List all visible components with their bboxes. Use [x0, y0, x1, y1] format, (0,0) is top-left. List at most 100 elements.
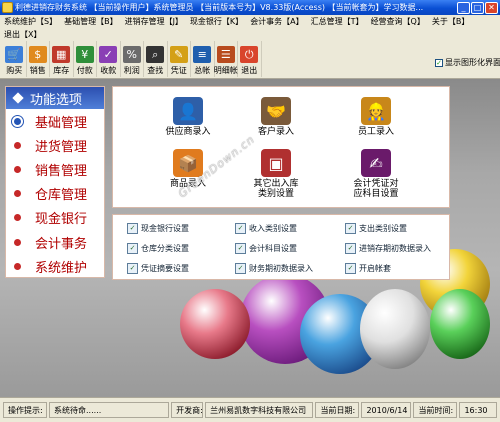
bullet-icon [14, 165, 21, 173]
sidebar-item-sales[interactable]: 销售管理 [6, 157, 104, 181]
settings-link[interactable]: ✓ 支出类别设置 [345, 223, 407, 234]
bullet-icon [14, 141, 21, 149]
sidebar-item-warehouse[interactable]: 仓库管理 [6, 182, 104, 206]
status-date-label: 当前日期: [315, 402, 360, 418]
settings-link-icon: ✓ [345, 223, 356, 234]
settings-link-label: 仓库分类设置 [141, 244, 189, 253]
decorative-sphere-icon [430, 289, 490, 359]
bullet-icon [14, 117, 21, 125]
function-sidebar: 功能选项 基础管理 进货管理 销售管理 仓库管理 现金银行 会计事务 系统维护 [5, 86, 105, 278]
bullet-icon [14, 238, 21, 246]
settings-link[interactable]: ✓ 会计科目设置 [235, 243, 297, 254]
sidebar-item-system[interactable]: 系统维护 [6, 254, 104, 278]
settings-link[interactable]: ✓ 开启帐套 [345, 263, 391, 274]
sidebar-item-accounting[interactable]: 会计事务 [6, 230, 104, 254]
panel-item-voucher-pen[interactable]: ✍ 会计凭证对 应科目设置 [331, 149, 421, 199]
decorative-sphere-icon [180, 289, 250, 359]
settings-panel: ✓ 现金银行设置 ✓ 收入类别设置 ✓ 支出类别设置 ✓ 仓库分类设置 ✓ 会计科目设置 ✓ 进销存期… [112, 214, 450, 280]
toolbar-button-cart[interactable]: 🛒 购买 [3, 41, 27, 77]
toolbar-button-exit[interactable]: ⏻ 退出 [238, 41, 262, 77]
settings-link-label: 开启帐套 [359, 264, 391, 273]
bullet-icon [14, 262, 21, 270]
panel-item-handshake[interactable]: 🤝 客户录入 [231, 97, 321, 137]
sidebar-item-basic[interactable]: 基础管理 [6, 109, 104, 133]
menu-cash-bank[interactable]: 现金银行【K】 [190, 16, 243, 27]
menu-exit[interactable]: 退出【X】 [4, 29, 41, 40]
settings-link[interactable]: ✓ 收入类别设置 [235, 223, 297, 234]
menu-inventory[interactable]: 进销存管理【J】 [125, 16, 183, 27]
show-graphic-label: 显示图形化界面 [445, 58, 500, 67]
panel-item-label: 其它出入库 类别设置 [253, 179, 299, 199]
menu-query[interactable]: 经营查询【Q】 [371, 16, 425, 27]
toolbar-button-voucher[interactable]: ✎ 凭证 [168, 41, 191, 77]
sidebar-item-label: 进货管理 [35, 139, 88, 155]
toolbar: 🛒 购买 $ 销售 ▦ 库存 ¥ 付款 ✓ 收款% 利润 ⌕ 查找 ✎ 凭证 ≡ 总帐 ☰ 明细帐 ⏻ 退出 [0, 41, 500, 79]
toolbar-button-sale[interactable]: $ 销售 [27, 41, 50, 77]
settings-link-icon: ✓ [127, 243, 138, 254]
ledger-icon: ≡ [193, 46, 212, 63]
toolbar-button-profit[interactable]: % 利润 [121, 41, 144, 77]
toolbar-button-ledger[interactable]: ≡ 总帐 [191, 41, 215, 77]
settings-link[interactable]: ✓ 进销存期初数据录入 [345, 243, 431, 254]
settings-link[interactable]: ✓ 凭证摘要设置 [127, 263, 189, 274]
settings-link[interactable]: ✓ 仓库分类设置 [127, 243, 189, 254]
profit-icon: % [122, 46, 141, 63]
toolbar-button-label: 退出 [241, 66, 258, 75]
settings-link[interactable]: ✓ 现金银行设置 [127, 223, 189, 234]
menu-summary[interactable]: 汇总管理【T】 [311, 16, 364, 27]
employee-icon: 👷 [361, 97, 391, 125]
status-op-value: 系统待命...... [49, 402, 170, 418]
settings-link-icon: ✓ [235, 243, 246, 254]
sidebar-item-label: 会计事务 [35, 236, 88, 252]
status-time-value: 16:30 [459, 402, 497, 418]
toolbar-button-label: 付款 [76, 66, 93, 75]
supplier-person-icon: 👤 [173, 97, 203, 125]
toolbar-button-detail-ledger[interactable]: ☰ 明细帐 [214, 41, 238, 77]
menu-accounting[interactable]: 会计事务【A】 [250, 16, 303, 27]
close-button[interactable]: ✕ [485, 1, 498, 14]
toolbar-button-warehouse[interactable]: ▦ 库存 [50, 41, 74, 77]
panel-item-employee[interactable]: 👷 员工录入 [331, 97, 421, 137]
menu-bar: 系统维护【S】 基础管理【B】 进销存管理【J】 现金银行【K】 会计事务【A】… [0, 15, 500, 41]
title-bar: 利德进销存财务系统 【当前操作用户】系统管理员 【当前版本号为】V8.33版(A… [0, 0, 500, 15]
sale-icon: $ [28, 46, 47, 63]
panel-item-label: 供应商录入 [165, 127, 211, 137]
sidebar-item-label: 基础管理 [35, 115, 88, 131]
sidebar-item-purchase[interactable]: 进货管理 [6, 133, 104, 157]
show-graphic-checkbox[interactable]: ✓ 显示图形化界面 [435, 57, 500, 68]
settings-link-label: 凭证摘要设置 [141, 264, 189, 273]
panel-item-stock-category[interactable]: ▣ 其它出入库 类别设置 [231, 149, 321, 199]
menu-basic[interactable]: 基础管理【B】 [64, 16, 118, 27]
sidebar-item-label: 系统维护 [35, 260, 88, 276]
toolbar-button-binoculars[interactable]: ⌕ 查找 [144, 41, 168, 77]
status-bar: 操作提示: 系统待命...... 开发商: 兰州易凯数字科技有限公司 当前日期:… [0, 397, 500, 422]
settings-link-icon: ✓ [235, 223, 246, 234]
toolbar-button-receive[interactable]: ✓ 收款 [97, 41, 121, 77]
maximize-button[interactable]: □ [471, 1, 484, 14]
panel-item-label: 客户录入 [257, 127, 294, 137]
checkbox-icon[interactable]: ✓ [435, 58, 443, 67]
menu-system[interactable]: 系统维护【S】 [4, 16, 57, 27]
window-title: 利德进销存财务系统 【当前操作用户】系统管理员 【当前版本号为】V8.33版(A… [15, 3, 424, 12]
bullet-icon [14, 214, 21, 222]
sidebar-item-cash-bank[interactable]: 现金银行 [6, 206, 104, 230]
cart-icon: 🛒 [5, 46, 24, 63]
status-op-label: 操作提示: [3, 402, 47, 418]
panel-item-supplier-person[interactable]: 👤 供应商录入 [143, 97, 233, 137]
status-dev-label: 开发商: [171, 402, 204, 418]
status-time-label: 当前时间: [413, 402, 458, 418]
settings-link-icon: ✓ [345, 243, 356, 254]
function-panel: 👤 供应商录入 🤝 客户录入 👷 员工录入 📦 商品录入 ▣ 其它出入库 类别设置 ✍ 会计凭证对 应… [112, 86, 450, 208]
sidebar-header: 功能选项 [6, 87, 104, 109]
toolbar-button-label: 查找 [147, 66, 164, 75]
minimize-button[interactable]: _ [457, 1, 470, 14]
toolbar-button-label: 收款 [100, 66, 117, 75]
decorative-sphere-icon [360, 289, 430, 369]
settings-link[interactable]: ✓ 财务期初数据录入 [235, 263, 313, 274]
settings-link-label: 财务期初数据录入 [249, 264, 313, 273]
settings-link-icon: ✓ [345, 263, 356, 274]
toolbar-button-payment[interactable]: ¥ 付款 [74, 41, 97, 77]
menu-about[interactable]: 关于【B】 [432, 16, 470, 27]
handshake-icon: 🤝 [261, 97, 291, 125]
stock-category-icon: ▣ [261, 149, 291, 177]
